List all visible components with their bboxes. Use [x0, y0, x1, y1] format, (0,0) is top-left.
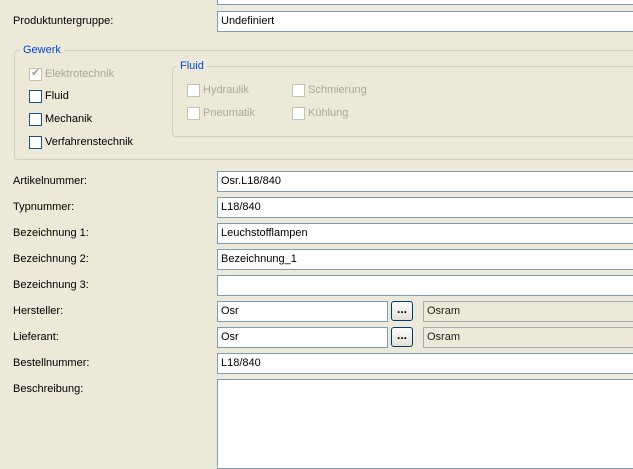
pneumatik-checkbox[interactable]	[187, 107, 200, 120]
elektrotechnik-checkbox[interactable]: ✔	[29, 67, 42, 81]
hersteller-browse-button[interactable]: ...	[391, 301, 413, 321]
lieferant-browse-button[interactable]: ...	[391, 327, 413, 347]
typnummer-field[interactable]: L18/840	[217, 197, 633, 218]
produktuntergruppe-field[interactable]: Undefiniert	[217, 11, 633, 32]
lieferant-name-field: Osram	[423, 327, 633, 348]
fluid-label: Fluid	[45, 90, 69, 102]
bestellnummer-field[interactable]: L18/840	[217, 353, 633, 374]
bezeichnung1-field[interactable]: Leuchstofflampen	[217, 223, 633, 244]
bezeichnung1-label: Bezeichnung 1:	[13, 227, 89, 239]
bezeichnung2-field[interactable]: Bezeichnung_1	[217, 249, 633, 270]
fluid-group	[172, 66, 633, 137]
bestellnummer-label: Bestellnummer:	[13, 357, 90, 369]
produktgruppe-field-partial[interactable]	[217, 0, 633, 5]
check-icon: ✔	[31, 67, 41, 79]
verfahrenstechnik-label: Verfahrenstechnik	[45, 136, 134, 148]
artikelnummer-label: Artikelnummer:	[13, 175, 87, 187]
fluid-checkbox[interactable]	[29, 90, 42, 103]
hersteller-label: Hersteller:	[13, 305, 64, 317]
pneumatik-label: Pneumatik	[203, 107, 255, 119]
lieferant-label: Lieferant:	[13, 331, 59, 343]
beschreibung-label: Beschreibung:	[13, 383, 84, 395]
bezeichnung2-label: Bezeichnung 2:	[13, 253, 89, 265]
mechanik-label: Mechanik	[45, 113, 93, 125]
schmierung-checkbox[interactable]	[292, 84, 305, 97]
typnummer-label: Typnummer:	[13, 201, 75, 213]
kuehlung-checkbox[interactable]	[292, 107, 305, 120]
hersteller-code-field[interactable]: Osr	[217, 301, 388, 322]
bezeichnung3-label: Bezeichnung 3:	[13, 279, 89, 291]
verfahrenstechnik-checkbox[interactable]	[29, 136, 42, 149]
elektrotechnik-label: Elektrotechnik	[45, 68, 115, 80]
lieferant-code-field[interactable]: Osr	[217, 327, 388, 348]
kuehlung-label: Kühlung	[308, 107, 349, 119]
fluid-legend: Fluid	[177, 60, 207, 73]
bezeichnung3-field[interactable]	[217, 275, 633, 296]
produktuntergruppe-label: Produktuntergruppe:	[13, 15, 114, 27]
gewerk-legend: Gewerk	[20, 44, 64, 57]
artikelnummer-field[interactable]: Osr.L18/840	[217, 171, 633, 192]
hersteller-name-field: Osram	[423, 301, 633, 322]
schmierung-label: Schmierung	[308, 84, 367, 96]
mechanik-checkbox[interactable]	[29, 113, 42, 126]
hydraulik-checkbox[interactable]	[187, 84, 200, 97]
hydraulik-label: Hydraulik	[203, 84, 249, 96]
